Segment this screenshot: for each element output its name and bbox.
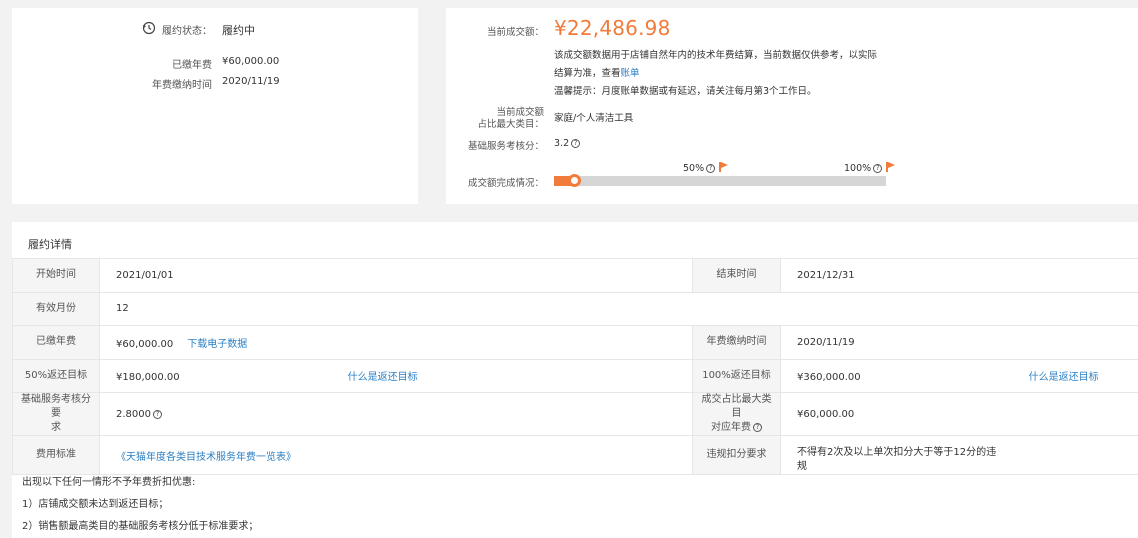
start-time-label: 开始时间 bbox=[12, 258, 100, 293]
cat-fee-label: 成交占比最大类目 对应年费? bbox=[692, 392, 781, 436]
paid-fee-cell: ¥60,000.00 下载电子数据 bbox=[99, 325, 693, 360]
notes-item-1: 1）店铺成交额未达到返还目标； bbox=[22, 499, 169, 510]
progress-bar bbox=[554, 174, 886, 187]
table-row: 已缴年费 ¥60,000.00 下载电子数据 年费缴纳时间 2020/11/19 bbox=[12, 325, 1138, 360]
end-time-label: 结束时间 bbox=[692, 258, 781, 293]
amount-description: 该成交额数据用于店铺自然年内的技术年费结算，当前数据仅供参考，以实际 bbox=[554, 50, 878, 61]
months-label: 有效月份 bbox=[12, 291, 100, 326]
paid-fee-value: ¥60,000.00 bbox=[222, 56, 280, 67]
amount-label: 当前成交额： bbox=[486, 27, 544, 38]
target50-value: ¥180,000.00 bbox=[116, 372, 180, 384]
amount-value: ¥22,486.98 bbox=[554, 16, 671, 40]
marker-100: 100%? bbox=[844, 162, 896, 174]
progress-knob bbox=[568, 174, 581, 187]
target50-cell: ¥180,000.00 什么是返还目标 bbox=[99, 358, 693, 393]
progress-label: 成交额完成情况： bbox=[467, 178, 544, 189]
paid-fee-value: ¥60,000.00 bbox=[116, 338, 174, 350]
cat-fee-label-line2-wrap: 对应年费? bbox=[697, 421, 776, 435]
marker-100-label: 100% bbox=[844, 163, 872, 174]
table-row: 费用标准 《天猫年度各类目技术服务年费一览表》 违规扣分要求 不得有2次及以上单… bbox=[12, 435, 1138, 475]
help-icon[interactable]: ? bbox=[873, 164, 883, 173]
fee-std-label: 费用标准 bbox=[12, 435, 100, 475]
amount-description-line2: 结算为准，查看账单 bbox=[554, 65, 640, 79]
score-value-wrap: 3.2? bbox=[554, 138, 581, 149]
fee-std-cell: 《天猫年度各类目技术服务年费一览表》 bbox=[99, 435, 693, 475]
marker-50: 50%? bbox=[683, 162, 729, 174]
notes-item-2: 2）销售额最高类目的基础服务考核分低于标准要求； bbox=[22, 521, 259, 532]
table-row: 有效月份 12 bbox=[12, 291, 1138, 326]
marker-50-label: 50% bbox=[683, 163, 705, 174]
discount-notes: 出现以下任何一情形不予年费折扣优惠: 1）店铺成交额未达到返还目标； 2）销售额… bbox=[22, 472, 258, 538]
performance-detail-card: 履约详情 开始时间 2021/01/01 结束时间 2021/12/31 有效月… bbox=[12, 222, 1138, 538]
target100-label: 100%返还目标 bbox=[692, 358, 781, 393]
what-is-target-link[interactable]: 什么是返还目标 bbox=[348, 372, 418, 383]
help-icon[interactable]: ? bbox=[753, 423, 762, 432]
end-time-value: 2021/12/31 bbox=[780, 258, 1138, 293]
start-time-value: 2021/01/01 bbox=[99, 258, 693, 293]
amount-description-prefix: 结算为准，查看 bbox=[554, 68, 621, 79]
fee-summary-card: 履约状态： 履约中 已缴年费 ¥60,000.00 年费缴纳时间 2020/11… bbox=[12, 8, 418, 204]
score-req-value: 2.8000 bbox=[116, 408, 151, 420]
delay-tip: 温馨提示：月度账单数据或有延迟，请关注每月第3个工作日。 bbox=[554, 86, 817, 97]
status-label: 履约状态： bbox=[162, 26, 212, 37]
cat-fee-label-line2: 对应年费 bbox=[711, 422, 751, 433]
score-value: 3.2 bbox=[554, 138, 570, 149]
score-label: 基础服务考核分： bbox=[467, 141, 544, 152]
help-icon[interactable]: ? bbox=[706, 164, 716, 173]
flag-icon bbox=[719, 162, 729, 172]
help-icon[interactable]: ? bbox=[571, 139, 581, 148]
flag-icon bbox=[886, 162, 896, 172]
detail-table: 开始时间 2021/01/01 结束时间 2021/12/31 有效月份 12 … bbox=[12, 258, 1138, 475]
paid-fee-label: 已缴年费 bbox=[172, 60, 212, 71]
target100-cell: ¥360,000.00 什么是返还目标 bbox=[780, 358, 1138, 393]
fee-time-value: 2020/11/19 bbox=[222, 76, 280, 87]
months-value: 12 bbox=[99, 291, 1138, 326]
help-icon[interactable]: ? bbox=[153, 409, 162, 419]
violation-cell: 不得有2次及以上单次扣分大于等于12分的违 规 bbox=[780, 435, 1138, 475]
table-row: 50%返还目标 ¥180,000.00 什么是返还目标 100%返还目标 ¥360… bbox=[12, 358, 1138, 393]
fee-time-value: 2020/11/19 bbox=[780, 325, 1138, 360]
bill-link[interactable]: 账单 bbox=[621, 68, 640, 79]
violation-label: 违规扣分要求 bbox=[692, 435, 781, 475]
notes-intro: 出现以下任何一情形不予年费折扣优惠: bbox=[22, 477, 196, 488]
fee-time-label: 年费缴纳时间 bbox=[692, 325, 781, 360]
cat-fee-value: ¥60,000.00 bbox=[780, 392, 1138, 436]
target100-value: ¥360,000.00 bbox=[797, 372, 861, 384]
score-req-label-line2: 求 bbox=[51, 422, 61, 433]
category-value: 家庭/个人清洁工具 bbox=[554, 113, 634, 124]
current-turnover-card: 当前成交额： ¥22,486.98 该成交额数据用于店铺自然年内的技术年费结算，… bbox=[446, 8, 1138, 204]
target50-label: 50%返还目标 bbox=[12, 358, 100, 393]
detail-title: 履约详情 bbox=[28, 238, 72, 251]
fee-time-label: 年费缴纳时间 bbox=[152, 80, 212, 91]
score-req-cell: 2.8000? bbox=[99, 392, 693, 436]
history-icon bbox=[142, 21, 156, 38]
score-req-label-line1: 基础服务考核分要 bbox=[21, 394, 91, 419]
violation-value-line1: 不得有2次及以上单次扣分大于等于12分的违 bbox=[797, 447, 997, 458]
download-data-link[interactable]: 下载电子数据 bbox=[187, 339, 247, 350]
score-req-label: 基础服务考核分要 求 bbox=[12, 392, 100, 436]
table-row: 基础服务考核分要 求 2.8000? 成交占比最大类目 对应年费? ¥60,00… bbox=[12, 392, 1138, 436]
status-value: 履约中 bbox=[222, 24, 255, 37]
category-label-line2: 占比最大类目： bbox=[477, 119, 544, 130]
fee-standard-link[interactable]: 《天猫年度各类目技术服务年费一览表》 bbox=[116, 452, 296, 463]
what-is-target-link[interactable]: 什么是返还目标 bbox=[1029, 372, 1099, 383]
table-row: 开始时间 2021/01/01 结束时间 2021/12/31 bbox=[12, 258, 1138, 293]
paid-fee-label: 已缴年费 bbox=[12, 325, 100, 360]
cat-fee-label-line1: 成交占比最大类目 bbox=[701, 394, 772, 419]
violation-value-line2: 规 bbox=[797, 461, 807, 472]
